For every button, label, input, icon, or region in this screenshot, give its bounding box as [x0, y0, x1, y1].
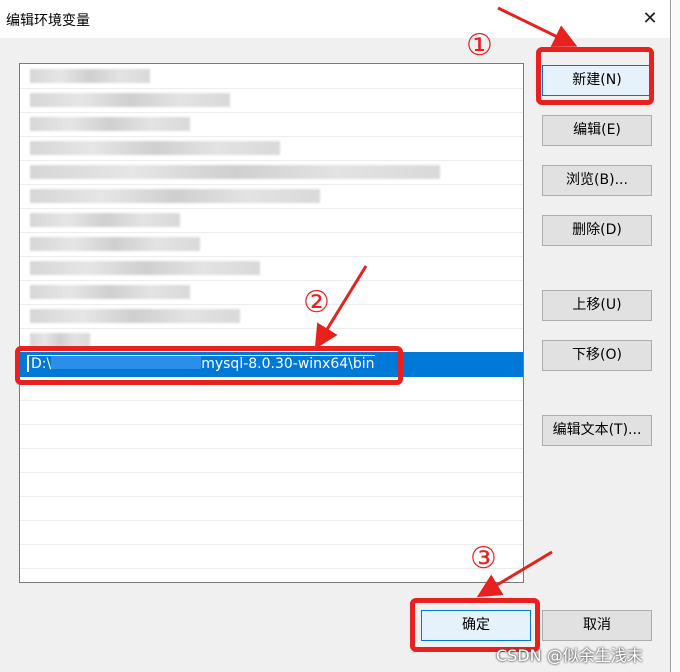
annotation-step-3: ③: [470, 541, 497, 576]
edit-env-variable-dialog: 编辑环境变量 ✕ D:\ mysql-8.0.30-winx64\bin 新建(N…: [0, 0, 671, 672]
cancel-button[interactable]: 取消: [542, 610, 652, 641]
background-edge: [671, 0, 680, 672]
list-item[interactable]: [20, 304, 523, 329]
list-item[interactable]: [20, 232, 523, 257]
list-item[interactable]: [20, 280, 523, 305]
path-list[interactable]: D:\ mysql-8.0.30-winx64\bin: [19, 63, 524, 583]
watermark: CSDN @似余生浅末: [496, 646, 643, 665]
redacted-block: [51, 356, 202, 369]
edit-text-button[interactable]: 编辑文本(T)...: [542, 415, 652, 446]
path-edit-text: D:\ mysql-8.0.30-winx64\bin: [29, 356, 377, 372]
annotation-step-2: ②: [303, 285, 330, 320]
list-item[interactable]: [20, 208, 523, 233]
path-prefix: D:\: [31, 356, 52, 372]
ok-button[interactable]: 确定: [421, 610, 531, 641]
list-item[interactable]: [20, 496, 523, 521]
move-down-button[interactable]: 下移(O): [542, 340, 652, 371]
close-icon[interactable]: ✕: [637, 6, 663, 32]
browse-button[interactable]: 浏览(B)...: [542, 165, 652, 196]
move-up-button[interactable]: 上移(U): [542, 290, 652, 321]
edit-button[interactable]: 编辑(E): [542, 115, 652, 146]
list-item-selected[interactable]: D:\ mysql-8.0.30-winx64\bin: [20, 352, 523, 377]
list-item[interactable]: [20, 424, 523, 449]
delete-button[interactable]: 删除(D): [542, 215, 652, 246]
list-item[interactable]: [20, 400, 523, 425]
list-item[interactable]: [20, 136, 523, 161]
list-item[interactable]: [20, 184, 523, 209]
list-item[interactable]: [20, 472, 523, 497]
annotation-step-1: ①: [466, 28, 493, 63]
list-item[interactable]: [20, 112, 523, 137]
list-item[interactable]: [20, 88, 523, 113]
path-edit-field[interactable]: D:\ mysql-8.0.30-winx64\bin: [26, 354, 377, 373]
list-item[interactable]: [20, 256, 523, 281]
dialog-title: 编辑环境变量: [6, 13, 90, 29]
list-item[interactable]: [20, 544, 523, 569]
list-item[interactable]: [20, 328, 523, 353]
new-button[interactable]: 新建(N): [542, 65, 652, 96]
title-bar: 编辑环境变量 ✕: [0, 0, 670, 38]
list-item[interactable]: [20, 160, 523, 185]
path-suffix: mysql-8.0.30-winx64\bin: [201, 356, 375, 372]
list-item[interactable]: [20, 64, 523, 89]
list-item[interactable]: [20, 448, 523, 473]
list-item[interactable]: [20, 520, 523, 545]
list-item[interactable]: [20, 376, 523, 401]
